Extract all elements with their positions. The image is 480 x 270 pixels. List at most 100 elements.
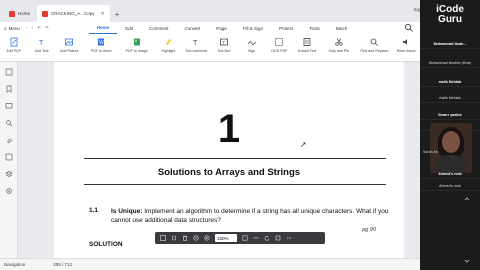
- snip-pin-label: Snip and Pin: [328, 49, 349, 53]
- fit-page-icon[interactable]: [242, 235, 248, 241]
- main-menu-button[interactable]: ≡ Menu: [0, 26, 26, 31]
- menu-bar: ≡ Menu ▫ ▫ ↶ ↷ Home Edit Comment Convert…: [0, 22, 420, 34]
- zoom-level-field[interactable]: 150%: [215, 234, 237, 242]
- tab-document[interactable]: CRACKING_A...Copy ✕: [37, 5, 110, 22]
- tab-page[interactable]: Page: [208, 22, 235, 34]
- zoom-out-icon[interactable]: [193, 235, 199, 241]
- find-replace-button[interactable]: Find and Replace: [357, 37, 393, 53]
- extract-text-icon: [303, 38, 311, 46]
- fit-width-icon[interactable]: [253, 235, 259, 241]
- zoom-in-icon[interactable]: [204, 235, 210, 241]
- add-text-button[interactable]: T Add Text: [28, 37, 56, 53]
- main-menu-label: Menu: [8, 25, 20, 31]
- solution-heading: SOLUTION: [89, 241, 123, 248]
- extract-text-button[interactable]: Extract Text: [293, 37, 321, 53]
- quick-access: ▫ ▫ ↶ ↷: [26, 25, 89, 31]
- edit-pdf-button[interactable]: Edit PDF: [0, 37, 28, 53]
- tab-protect[interactable]: Protect: [271, 22, 301, 34]
- scissors-icon: [335, 38, 343, 46]
- text-comment-label: Text comment: [184, 49, 208, 53]
- hand-tool-icon[interactable]: [171, 235, 177, 241]
- bookmark-icon[interactable]: [5, 85, 13, 93]
- sign-button[interactable]: Sign: [238, 37, 266, 53]
- tab-fill-sign[interactable]: Fill & Sign: [235, 22, 271, 34]
- image-icon: [65, 38, 74, 46]
- mouse-cursor-icon: ➚: [300, 140, 307, 149]
- new-tab-button[interactable]: +: [115, 10, 120, 22]
- pdf-to-word-label: PDF to Word: [90, 49, 112, 53]
- more-options-icon[interactable]: [286, 235, 292, 241]
- pdf-to-image-button[interactable]: PDF to Image: [119, 37, 155, 53]
- select-tool-icon[interactable]: [160, 235, 166, 241]
- speaker-icon: [403, 39, 408, 45]
- add-text-label: Add Text: [34, 49, 49, 53]
- image-convert-icon: [133, 38, 140, 46]
- video-participant-name: Sarah Ah: [423, 150, 438, 154]
- ocr-pdf-label: OCR PDF: [271, 49, 288, 53]
- delete-icon[interactable]: [182, 235, 188, 241]
- participant-tile[interactable]: Muhammad Ibrah...: [420, 30, 480, 49]
- participant-tile[interactable]: Ahmed's note: [420, 172, 480, 191]
- participant-tile[interactable]: Muhammad Ibrahim (Host): [420, 49, 480, 68]
- undo-icon[interactable]: ↶: [37, 25, 41, 31]
- settings-icon[interactable]: [5, 187, 13, 195]
- divider-top: [84, 158, 386, 159]
- svg-text:T: T: [39, 40, 44, 47]
- tab-tools[interactable]: Tools: [301, 22, 328, 34]
- thumbnails-icon[interactable]: [5, 68, 13, 76]
- comments-icon[interactable]: [5, 102, 13, 110]
- document-viewport[interactable]: 1 Solutions to Arrays and Strings 1.1 Is…: [18, 62, 420, 258]
- signature-panel-icon[interactable]: [5, 153, 13, 161]
- text-box-icon: T: [219, 38, 228, 46]
- brand-logo: iCode Guru: [420, 0, 480, 30]
- svg-text:W: W: [99, 40, 104, 46]
- snip-pin-button[interactable]: Snip and Pin: [321, 37, 357, 53]
- app-root: Home CRACKING_A...Copy ✕ + Sign in Upgra…: [0, 0, 480, 270]
- edit-pdf-label: Edit PDF: [6, 49, 22, 53]
- find-replace-label: Find and Replace: [360, 49, 389, 53]
- signature-icon: [247, 41, 256, 45]
- chevron-down-icon[interactable]: [464, 258, 470, 264]
- page-mode-icon[interactable]: [275, 235, 281, 241]
- print-icon[interactable]: ▫: [32, 25, 34, 31]
- text-box-button[interactable]: T Text Box: [210, 37, 238, 53]
- tab-convert[interactable]: Convert: [176, 22, 208, 34]
- search-icon[interactable]: [404, 23, 414, 33]
- ocr-icon: [275, 38, 284, 46]
- hamburger-icon: ≡: [4, 25, 7, 31]
- tab-comment[interactable]: Comment: [141, 22, 177, 34]
- page-indicator[interactable]: 206 / 712: [53, 262, 72, 267]
- pdf-to-image-label: PDF to Image: [125, 49, 148, 53]
- text-comment-button[interactable]: T Text comment: [182, 37, 210, 53]
- pdf-file-icon: [42, 10, 49, 17]
- tab-strip: Home CRACKING_A...Copy ✕ +: [0, 0, 420, 22]
- add-picture-button[interactable]: Add Picture: [55, 37, 83, 53]
- chevron-up-icon[interactable]: [464, 196, 470, 202]
- ocr-pdf-button[interactable]: OCR PDF: [265, 37, 293, 53]
- question-text: Is Unique: Implement an algorithm to det…: [111, 207, 391, 225]
- rotate-icon[interactable]: [264, 235, 270, 241]
- read-aloud-button[interactable]: Read Aloud: [392, 37, 420, 53]
- navigation-toggle[interactable]: Navigation: [4, 262, 25, 267]
- tab-document-label: CRACKING_A...Copy: [51, 11, 95, 16]
- question-title: Is Unique:: [111, 208, 143, 215]
- attachment-icon[interactable]: [5, 136, 13, 144]
- ribbon-toolbar: Edit PDF T Add Text Add Picture W PDF to…: [0, 34, 420, 62]
- tab-edit[interactable]: Edit: [117, 22, 141, 34]
- search-panel-icon[interactable]: [5, 119, 13, 127]
- save-icon[interactable]: ▫: [26, 25, 28, 31]
- find-replace-icon: [371, 38, 379, 46]
- tab-batch[interactable]: Batch: [328, 22, 356, 34]
- divider-bottom: [84, 184, 386, 185]
- status-bar: Navigation 206 / 712: [0, 258, 420, 270]
- read-aloud-label: Read Aloud: [396, 49, 416, 53]
- tab-home-ribbon[interactable]: Home: [88, 22, 118, 34]
- highlight-button[interactable]: Highlight: [155, 37, 183, 53]
- pdf-to-word-button[interactable]: W PDF to Word: [83, 37, 119, 53]
- layers-icon[interactable]: [4, 170, 13, 178]
- tab-home[interactable]: Home: [4, 5, 35, 22]
- close-tab-icon[interactable]: ✕: [101, 11, 105, 17]
- redo-icon[interactable]: ↷: [45, 25, 49, 31]
- brand-line-2: Guru: [438, 14, 462, 25]
- sign-label: Sign: [247, 49, 256, 53]
